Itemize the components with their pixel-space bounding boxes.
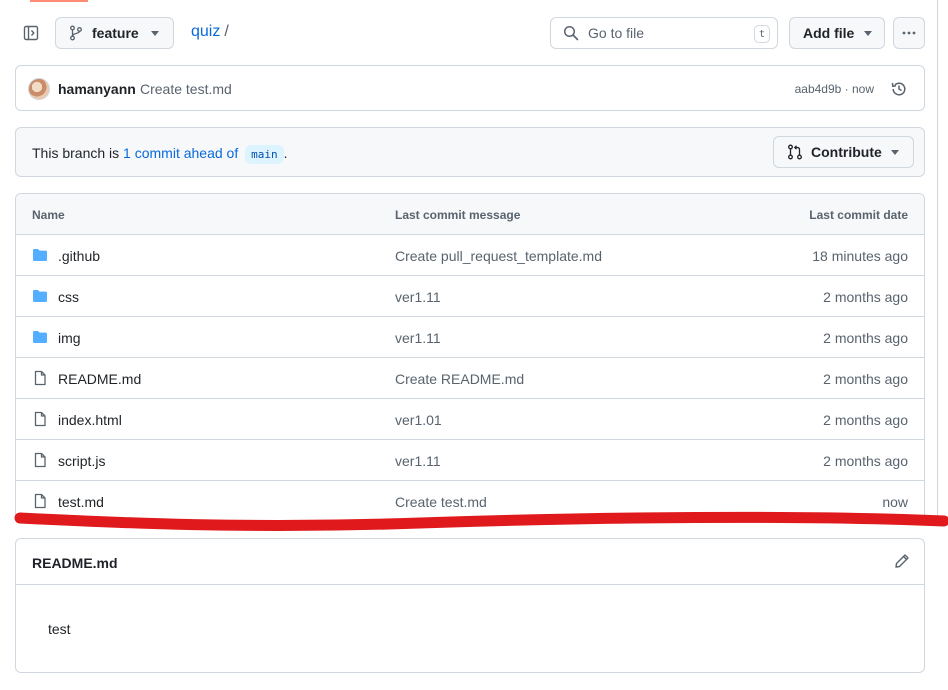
commits-ahead-link[interactable]: 1 commit ahead of xyxy=(123,145,238,161)
readme-panel: README.md test xyxy=(15,538,925,673)
sidebar-toggle-button[interactable] xyxy=(15,17,47,49)
more-options-button[interactable] xyxy=(893,17,925,49)
commit-message[interactable]: Create test.md xyxy=(140,81,232,97)
table-row[interactable]: index.html ver1.01 2 months ago xyxy=(16,399,924,440)
commit-author[interactable]: hamanyann xyxy=(58,81,136,97)
file-icon xyxy=(34,411,46,427)
commit-date: 2 months ago xyxy=(823,330,908,346)
branch-status-suffix: . xyxy=(283,145,288,161)
commit-date: 2 months ago xyxy=(823,371,908,387)
commit-message-link[interactable]: Create test.md xyxy=(395,494,487,510)
history-icon[interactable] xyxy=(890,80,908,98)
column-header-message: Last commit message xyxy=(395,208,521,222)
table-row[interactable]: .github Create pull_request_template.md 18… xyxy=(16,235,924,276)
go-to-file-input[interactable]: Go to file t xyxy=(550,17,778,49)
commit-message-link[interactable]: ver1.11 xyxy=(395,289,441,305)
caret-down-icon xyxy=(864,31,872,36)
readme-title[interactable]: README.md xyxy=(32,555,118,571)
divider xyxy=(937,0,938,520)
branch-status-text: This branch is 1 commit ahead of main. xyxy=(32,145,288,164)
caret-down-icon xyxy=(891,150,899,155)
branch-status-prefix: This branch is xyxy=(32,145,120,161)
branch-name: feature xyxy=(92,25,139,41)
readme-content: test xyxy=(48,621,71,637)
file-name-link[interactable]: script.js xyxy=(58,453,105,469)
readme-header: README.md xyxy=(16,539,924,585)
commit-date: 2 months ago xyxy=(823,289,908,305)
kebab-horizontal-icon xyxy=(902,31,916,35)
file-navigation-toolbar: feature quiz / Go to file t Add file xyxy=(15,17,925,49)
search-placeholder: Go to file xyxy=(588,25,645,41)
commit-message-link[interactable]: ver1.01 xyxy=(395,412,442,428)
table-row[interactable]: README.md Create README.md 2 months ago xyxy=(16,358,924,399)
file-name-link[interactable]: css xyxy=(58,289,79,305)
table-row[interactable]: img ver1.11 2 months ago xyxy=(16,317,924,358)
commit-date: 2 months ago xyxy=(823,412,908,428)
keyboard-shortcut-hint: t xyxy=(754,25,770,43)
commit-message-link[interactable]: ver1.11 xyxy=(395,330,441,346)
branch-status-banner: This branch is 1 commit ahead of main. C… xyxy=(15,127,925,177)
file-icon xyxy=(34,370,46,386)
repo-link[interactable]: quiz xyxy=(191,23,220,40)
pencil-icon[interactable] xyxy=(894,553,910,569)
commit-date: 18 minutes ago xyxy=(812,248,908,264)
commit-date: now xyxy=(882,494,908,510)
file-name-link[interactable]: test.md xyxy=(58,494,104,510)
file-icon xyxy=(34,493,46,509)
search-icon xyxy=(563,25,579,41)
commit-message-link[interactable]: Create pull_request_template.md xyxy=(395,248,602,264)
caret-down-icon xyxy=(151,31,159,36)
commit-sha-time[interactable]: aab4d9b · now xyxy=(795,82,874,96)
breadcrumb-separator: / xyxy=(224,23,229,40)
table-row[interactable]: script.js ver1.11 2 months ago xyxy=(16,440,924,481)
file-icon xyxy=(34,452,46,468)
table-row[interactable]: test.md Create test.md now xyxy=(16,481,924,522)
folder-icon xyxy=(33,290,47,302)
column-header-date: Last commit date xyxy=(809,208,908,222)
file-table-header: Name Last commit message Last commit dat… xyxy=(16,194,924,235)
add-file-button[interactable]: Add file xyxy=(789,17,885,49)
sidebar-expand-icon xyxy=(23,25,39,41)
column-header-name: Name xyxy=(32,208,65,222)
file-name-link[interactable]: README.md xyxy=(58,371,141,387)
table-row[interactable]: css ver1.11 2 months ago xyxy=(16,276,924,317)
add-file-label: Add file xyxy=(803,25,855,41)
git-pull-request-icon xyxy=(788,144,802,160)
file-table: Name Last commit message Last commit dat… xyxy=(15,193,925,523)
file-name-link[interactable]: .github xyxy=(58,248,100,264)
active-tab-indicator xyxy=(30,0,88,2)
breadcrumb: quiz / xyxy=(191,23,229,41)
branch-selector-button[interactable]: feature xyxy=(55,17,174,49)
commit-date: 2 months ago xyxy=(823,453,908,469)
git-branch-icon xyxy=(70,25,82,41)
commit-message-link[interactable]: ver1.11 xyxy=(395,453,441,469)
commit-message-link[interactable]: Create README.md xyxy=(395,371,524,387)
avatar[interactable] xyxy=(28,78,50,100)
contribute-label: Contribute xyxy=(811,144,882,160)
folder-icon xyxy=(33,331,47,343)
file-name-link[interactable]: index.html xyxy=(58,412,122,428)
file-name-link[interactable]: img xyxy=(58,330,81,346)
folder-icon xyxy=(33,249,47,261)
latest-commit-bar: hamanyann Create test.md aab4d9b · now xyxy=(15,65,925,111)
base-branch-label[interactable]: main xyxy=(245,145,284,164)
contribute-button[interactable]: Contribute xyxy=(773,136,914,168)
